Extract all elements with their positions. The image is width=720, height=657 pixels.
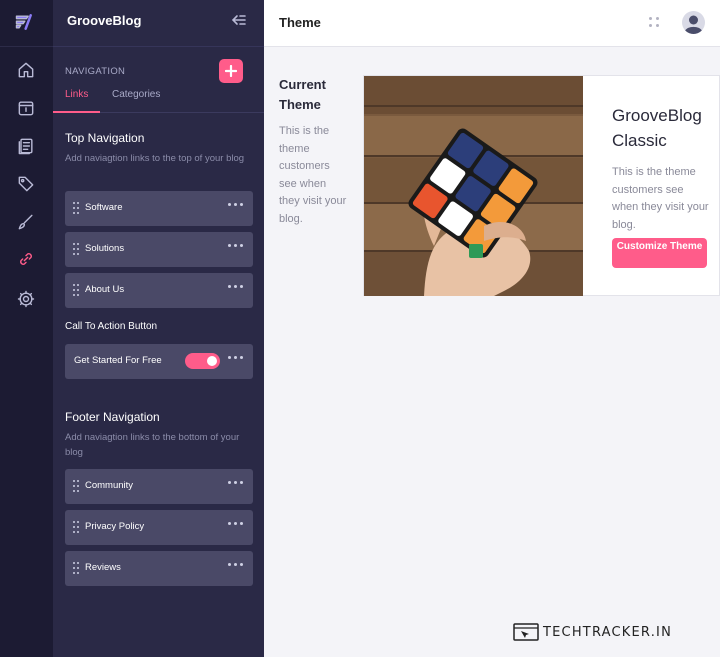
rail-posts[interactable] (14, 134, 38, 158)
sidebar-divider (53, 46, 264, 47)
customize-theme-button[interactable]: Customize Theme (612, 238, 707, 268)
list-item-label: Privacy Policy (85, 521, 145, 532)
list-item[interactable]: Solutions (65, 232, 253, 267)
plus-icon (225, 65, 237, 77)
list-item[interactable]: Reviews (65, 551, 253, 586)
drag-handle-icon[interactable] (73, 521, 79, 533)
theme-name: GrooveBlog Classic (612, 106, 702, 150)
avatar[interactable] (682, 11, 705, 34)
navigation-label: NAVIGATION (65, 66, 126, 77)
drag-handle-icon[interactable] (73, 243, 79, 255)
sidebar: GrooveBlog NAVIGATION Links Categories T… (53, 0, 264, 657)
app-logo-icon[interactable] (14, 12, 38, 32)
drag-handle-icon[interactable] (73, 284, 79, 296)
list-item[interactable]: Community (65, 469, 253, 504)
home-icon (18, 62, 34, 78)
tag-icon (18, 176, 34, 192)
current-theme-description: This is the theme customers see when the… (279, 125, 347, 225)
theme-preview-image (364, 76, 583, 296)
more-options-icon[interactable] (227, 517, 245, 529)
user-icon (682, 11, 705, 34)
rail-links[interactable] (14, 247, 38, 271)
more-options-icon[interactable] (227, 198, 245, 210)
rail-tags[interactable] (14, 172, 38, 196)
brush-icon (18, 214, 33, 230)
link-icon (20, 253, 32, 265)
rail-design[interactable] (14, 210, 38, 234)
current-theme-title: Current Theme (279, 77, 326, 112)
icon-rail (0, 0, 53, 657)
page-title: Theme (279, 15, 321, 30)
cta-title: Call To Action Button (65, 321, 158, 332)
top-navigation-title: Top Navigation (65, 131, 145, 145)
list-item-label: Reviews (85, 562, 121, 573)
cta-label: Get Started For Free (74, 355, 162, 366)
collapse-sidebar-button[interactable] (231, 12, 249, 30)
drag-handle-icon[interactable] (73, 480, 79, 492)
document-icon (18, 138, 33, 155)
list-item-label: About Us (85, 284, 125, 295)
list-item-label: Community (85, 480, 134, 491)
app-title: GrooveBlog (67, 13, 142, 28)
list-item[interactable]: Privacy Policy (65, 510, 253, 545)
list-item-label: Software (85, 202, 123, 213)
more-options-icon[interactable] (227, 476, 245, 488)
list-item[interactable]: About Us (65, 273, 253, 308)
more-options-icon[interactable] (227, 351, 245, 363)
list-item[interactable]: Software (65, 191, 253, 226)
toggle-knob (207, 356, 217, 366)
rail-home[interactable] (14, 58, 38, 82)
browser-cursor-icon (513, 623, 539, 641)
more-options-icon[interactable] (227, 280, 245, 292)
top-navigation-description: Add naviagtion links to the top of your … (65, 153, 245, 164)
cta-item[interactable]: Get Started For Free (65, 344, 253, 379)
theme-card: GrooveBlog Classic This is the theme cus… (363, 75, 720, 296)
more-options-icon[interactable] (227, 239, 245, 251)
drag-handle-icon[interactable] (73, 202, 79, 214)
more-options-icon[interactable] (227, 558, 245, 570)
active-tab-indicator (53, 111, 100, 113)
sidebar-tabs: Links Categories (53, 86, 264, 113)
footer-navigation-title: Footer Navigation (65, 410, 160, 424)
theme-description: This is the theme customers see when the… (612, 166, 709, 231)
rail-calendar[interactable] (14, 96, 38, 120)
watermark-text: TECHTRACKER.IN (543, 624, 672, 640)
cta-toggle[interactable] (185, 353, 220, 369)
watermark: TECHTRACKER.IN (513, 622, 672, 642)
collapse-left-icon (231, 15, 246, 25)
footer-navigation-description: Add naviagtion links to the bottom of yo… (65, 432, 240, 458)
rail-divider (0, 46, 53, 47)
rail-settings[interactable] (14, 287, 38, 311)
tab-links[interactable]: Links (65, 89, 88, 100)
top-bar: Theme (264, 0, 720, 47)
tab-categories[interactable]: Categories (112, 89, 160, 100)
settings-icon (17, 290, 35, 308)
list-item-label: Solutions (85, 243, 125, 254)
calendar-icon (18, 101, 34, 116)
drag-handle-icon[interactable] (73, 562, 79, 574)
add-link-button[interactable] (219, 59, 243, 83)
apps-grid-icon[interactable] (649, 17, 660, 28)
